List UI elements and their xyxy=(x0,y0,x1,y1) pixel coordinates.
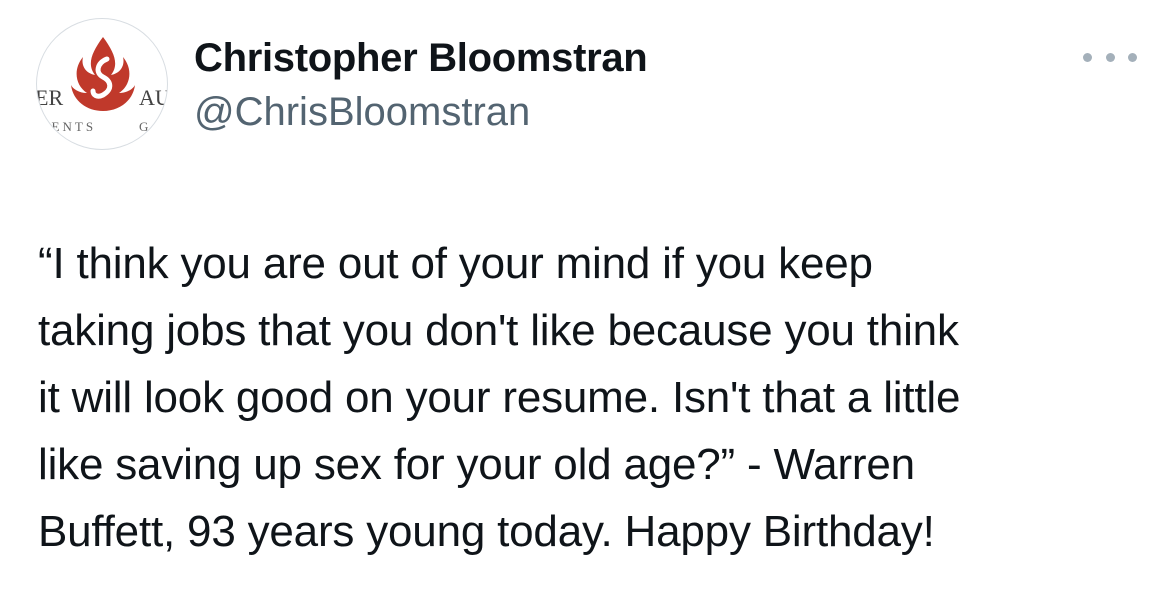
avatar[interactable]: ER AU MENTS G xyxy=(36,18,168,150)
author-handle[interactable]: @ChrisBloomstran xyxy=(194,88,530,136)
tweet-card: ER AU MENTS G Christopher Bloomstran @Ch… xyxy=(0,0,1170,606)
avatar-subtext-left: MENTS xyxy=(37,119,96,134)
more-options-button[interactable] xyxy=(1083,42,1137,72)
author-name[interactable]: Christopher Bloomstran xyxy=(194,34,648,82)
ellipsis-icon xyxy=(1105,52,1115,62)
avatar-subtext-right: G xyxy=(139,119,148,134)
ellipsis-icon xyxy=(1083,52,1092,62)
avatar-text-right: AU xyxy=(139,85,168,110)
semper-augustus-logo-icon: ER AU MENTS G xyxy=(37,37,168,134)
ellipsis-icon xyxy=(1128,52,1137,62)
tweet-text: “I think you are out of your mind if you… xyxy=(38,239,961,556)
avatar-text-left: ER xyxy=(37,85,63,110)
